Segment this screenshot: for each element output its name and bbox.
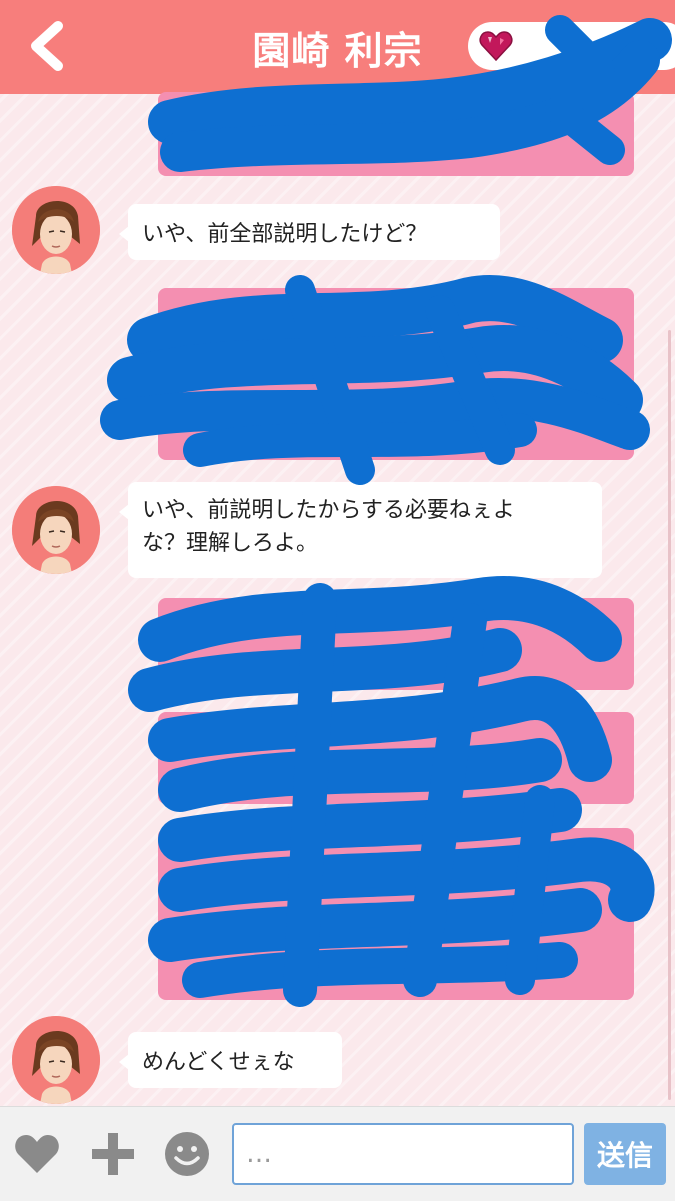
message-text: めんどくせぇな [142, 1050, 295, 1075]
outgoing-message [158, 598, 634, 690]
heart-button[interactable] [12, 1129, 62, 1179]
character-portrait-icon [12, 1016, 100, 1104]
incoming-message: いや、前説明したからする必要ねぇよ な？理解しろよ。 [119, 482, 602, 578]
outgoing-message [158, 288, 634, 460]
input-bar: 送信 [0, 1106, 675, 1201]
send-button[interactable]: 送信 [584, 1123, 666, 1185]
message-text: いや、前全部説明したけど？ [142, 222, 428, 247]
character-portrait-icon [12, 486, 100, 574]
incoming-message: いや、前全部説明したけど？ [119, 204, 500, 260]
incoming-message: めんどくせぇな [119, 1032, 342, 1088]
heart-gem-icon [479, 31, 513, 62]
gem-counter[interactable] [468, 22, 675, 70]
heart-icon [15, 1135, 59, 1173]
outgoing-message [158, 828, 634, 1000]
stamp-button[interactable] [162, 1129, 212, 1179]
avatar[interactable] [12, 486, 100, 574]
character-portrait-icon [12, 186, 100, 274]
smiley-icon [165, 1132, 209, 1176]
avatar[interactable] [12, 186, 100, 274]
add-button[interactable] [88, 1129, 138, 1179]
chat-header: 園崎 利宗 [0, 0, 675, 94]
message-text-line: いや、前説明したからする必要ねぇよ [142, 498, 515, 523]
message-input[interactable] [232, 1123, 574, 1185]
avatar[interactable] [12, 1016, 100, 1104]
scrollbar[interactable] [668, 330, 671, 1100]
outgoing-message [158, 92, 634, 176]
message-text-line: な？理解しろよ。 [142, 531, 319, 556]
outgoing-message [158, 712, 634, 804]
plus-icon [92, 1133, 134, 1175]
